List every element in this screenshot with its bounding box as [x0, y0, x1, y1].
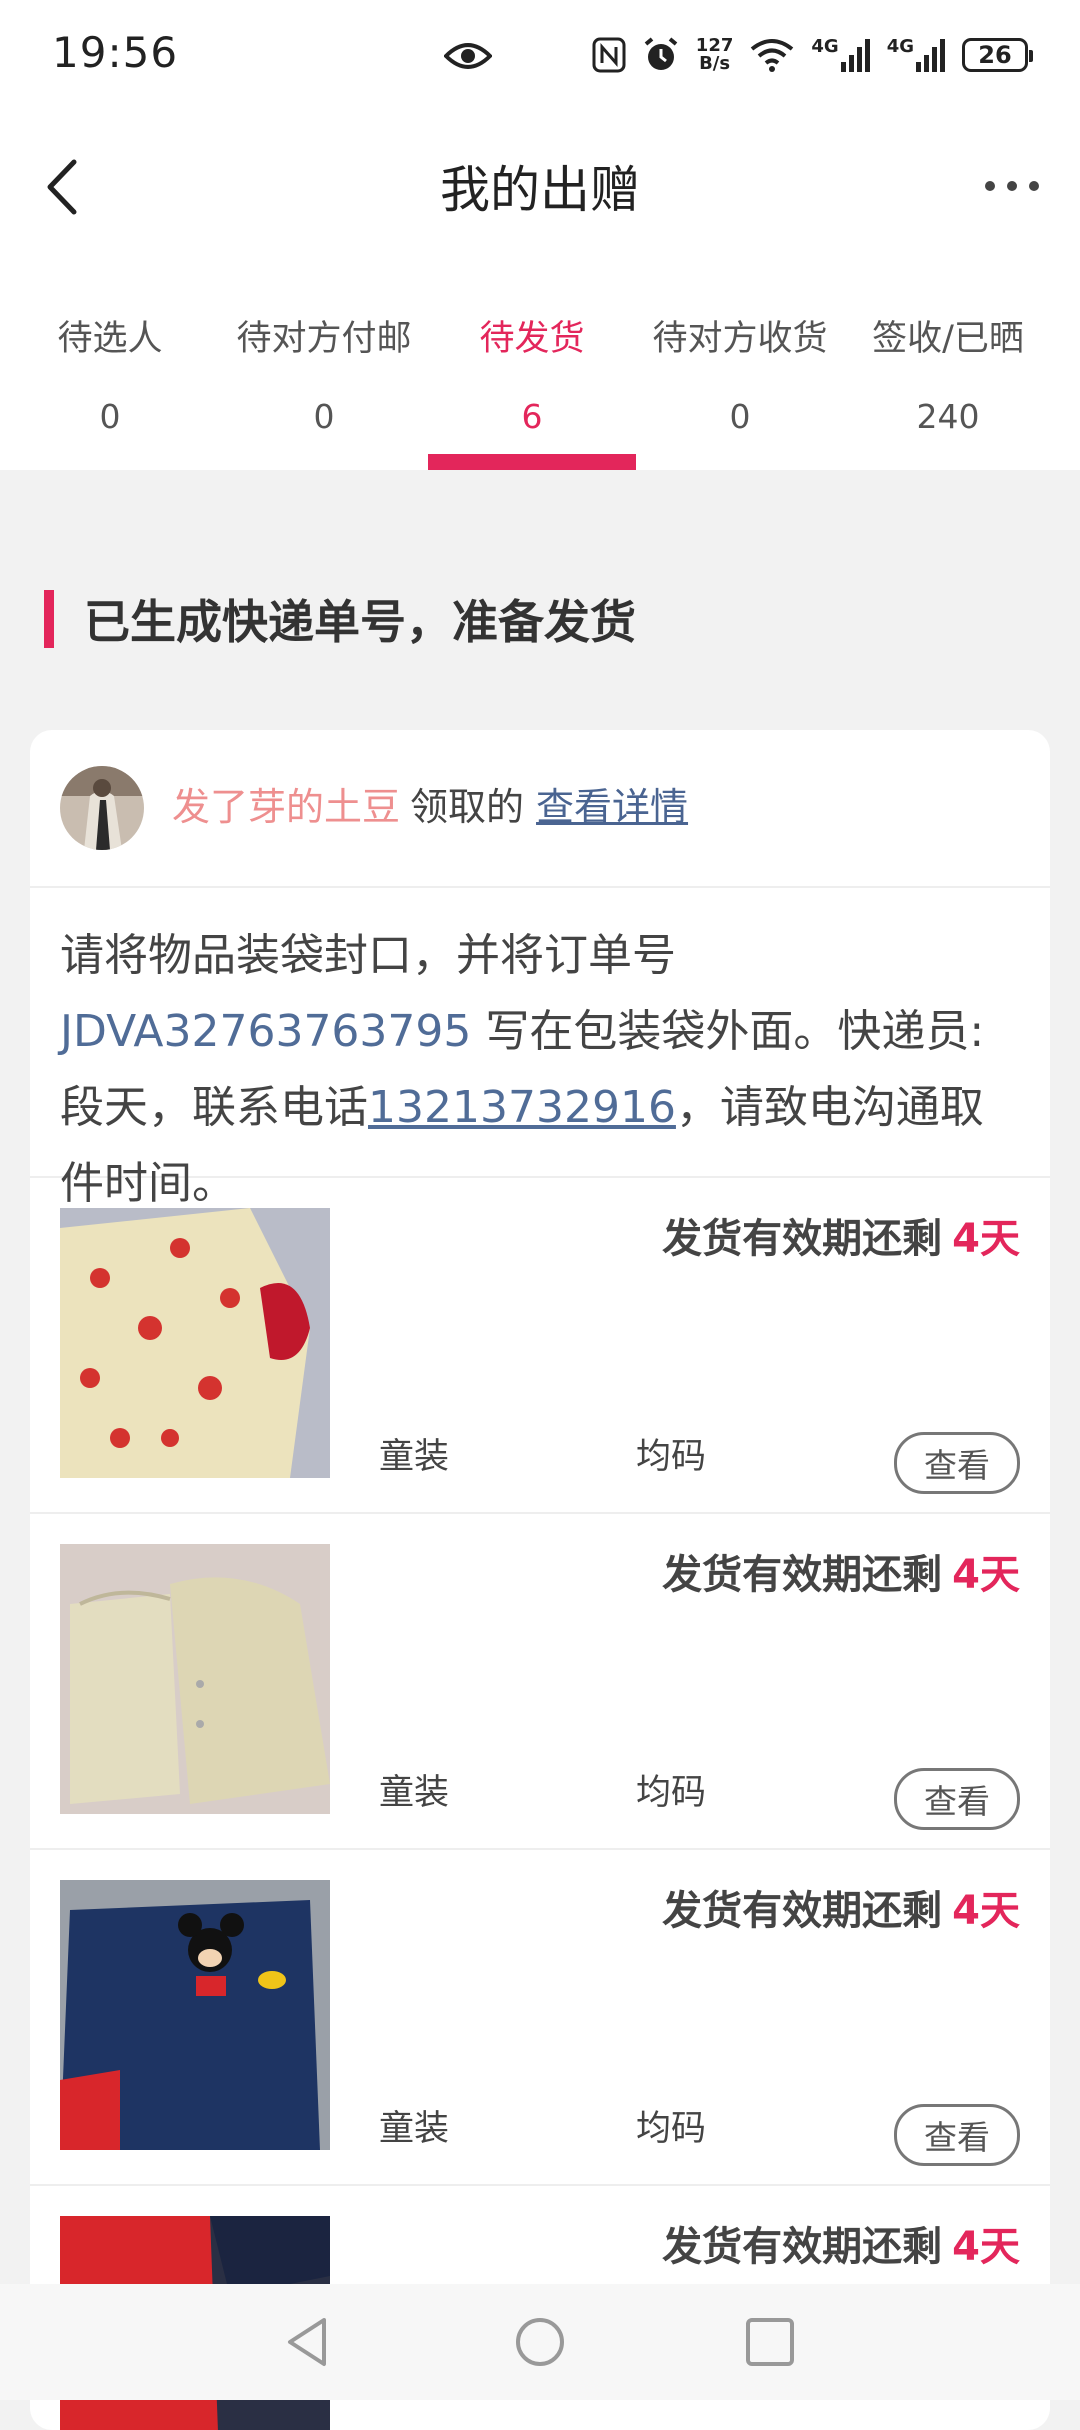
item-photo[interactable] [60, 1544, 330, 1814]
eye-icon [444, 43, 492, 69]
view-button[interactable]: 查看 [894, 2104, 1020, 2166]
ship-deadline: 发货有效期还剩 4天 [662, 1878, 1020, 1936]
tab-count: 6 [521, 397, 543, 436]
item-photo[interactable] [60, 1880, 330, 2150]
item-category: 童装 [379, 1773, 450, 1813]
deadline-label: 发货有效期还剩 [662, 1888, 943, 1934]
list-item: 发货有效期还剩4天 童装 均码 查看 [30, 1850, 1050, 2186]
tab-count: 240 [916, 397, 980, 436]
avatar[interactable] [60, 766, 144, 850]
tab-count: 0 [729, 397, 751, 436]
home-circle-icon[interactable] [512, 2314, 568, 2370]
net-type-2: 4G [886, 36, 914, 57]
deadline-label: 发货有效期还剩 [662, 1552, 943, 1598]
item-category: 童装 [379, 2109, 450, 2149]
more-dots-icon[interactable] [980, 166, 1044, 206]
list-item: 发货有效期还剩4天 童装 均码 查看 [30, 1178, 1050, 1514]
recents-square-icon[interactable] [742, 2314, 798, 2370]
ship-deadline: 发货有效期还剩 4天 [662, 1542, 1020, 1600]
notice-text: 请将物品装袋封口，并将订单号 [60, 930, 676, 981]
item-size: 均码 [636, 1437, 707, 1477]
tab-label: 待对方收货 [652, 319, 828, 359]
item-photo[interactable] [60, 1208, 330, 1478]
status-bar: 19:56 127 B/s 4G 4G 26 [0, 0, 1080, 116]
tab-pending-ship[interactable]: 待发货 6 [428, 256, 636, 470]
item-category: 童装 [379, 1437, 450, 1477]
section-title: 已生成快递单号，准备发货 [84, 595, 636, 649]
signal-2: 4G [887, 38, 946, 72]
status-tabs: 待选人 0 待对方付邮 0 待发货 6 待对方收货 0 签收/已晒 240 [0, 256, 1080, 470]
shipping-notice: 请将物品装袋封口，并将订单号 JDVA32763763795 写在包装袋外面。快… [30, 888, 1050, 1209]
item-size: 均码 [636, 1773, 707, 1813]
wifi-icon [751, 39, 794, 72]
alarm-icon [644, 37, 678, 70]
deadline-days: 4天 [952, 1216, 1020, 1262]
tab-count: 0 [99, 397, 121, 436]
section-heading: 已生成快递单号，准备发货 [44, 586, 636, 652]
card-header: 发了芽的土豆 领取的 查看详情 [30, 730, 1050, 888]
tab-pending-select[interactable]: 待选人 0 [0, 256, 220, 470]
signal-bars-icon [840, 39, 870, 72]
shipment-card: 发了芽的土豆 领取的 查看详情 请将物品装袋封口，并将订单号 JDVA3276376… [30, 730, 1050, 2430]
signal-1: 4G [811, 38, 870, 72]
tab-received[interactable]: 签收/已晒 240 [844, 256, 1052, 470]
tab-pending-postage[interactable]: 待对方付邮 0 [220, 256, 428, 470]
tab-count: 0 [313, 397, 335, 436]
view-button[interactable]: 查看 [894, 1432, 1020, 1494]
tab-label: 待选人 [57, 319, 163, 359]
back-triangle-icon[interactable] [280, 2314, 336, 2370]
system-nav-bar [0, 2284, 1080, 2400]
claim-line: 发了芽的土豆 领取的 查看详情 [172, 776, 688, 831]
status-time: 19:56 [52, 28, 179, 77]
page-title: 我的出赠 [440, 161, 640, 219]
item-size: 均码 [636, 2109, 707, 2149]
top-nav: 我的出赠 [0, 116, 1080, 256]
battery-icon: 26 [962, 38, 1033, 72]
view-button[interactable]: 查看 [894, 1768, 1020, 1830]
section-accent-bar [44, 590, 54, 648]
tab-label: 待对方付邮 [236, 319, 412, 359]
deadline-label: 发货有效期还剩 [662, 1216, 943, 1262]
deadline-days: 4天 [952, 2224, 1020, 2270]
deadline-label: 发货有效期还剩 [662, 2224, 943, 2270]
ship-deadline: 发货有效期还剩 4天 [662, 2214, 1020, 2272]
net-speed-unit: B/s [699, 53, 731, 74]
tab-label: 待发货 [479, 319, 585, 359]
net-type-1: 4G [811, 36, 839, 57]
status-icons: 127 B/s 4G 4G 26 [592, 30, 1033, 80]
signal-bars-icon [916, 39, 945, 72]
tab-label: 签收/已晒 [872, 319, 1024, 359]
deadline-days: 4天 [952, 1888, 1020, 1934]
order-number: JDVA32763763795 [60, 1006, 472, 1057]
ship-deadline: 发货有效期还剩 4天 [662, 1206, 1020, 1264]
net-speed: 127 B/s [696, 37, 734, 73]
tab-pending-receipt[interactable]: 待对方收货 0 [636, 256, 844, 470]
active-tab-indicator [428, 454, 636, 470]
courier-phone-link[interactable]: 13213732916 [368, 1082, 676, 1133]
view-details-link[interactable]: 查看详情 [536, 785, 688, 829]
claim-text: 领取的 [410, 785, 525, 829]
list-item: 发货有效期还剩4天 童装 均码 查看 [30, 1514, 1050, 1850]
claimer-name[interactable]: 发了芽的土豆 [172, 785, 400, 829]
nfc-icon [592, 37, 626, 73]
deadline-days: 4天 [952, 1552, 1020, 1598]
